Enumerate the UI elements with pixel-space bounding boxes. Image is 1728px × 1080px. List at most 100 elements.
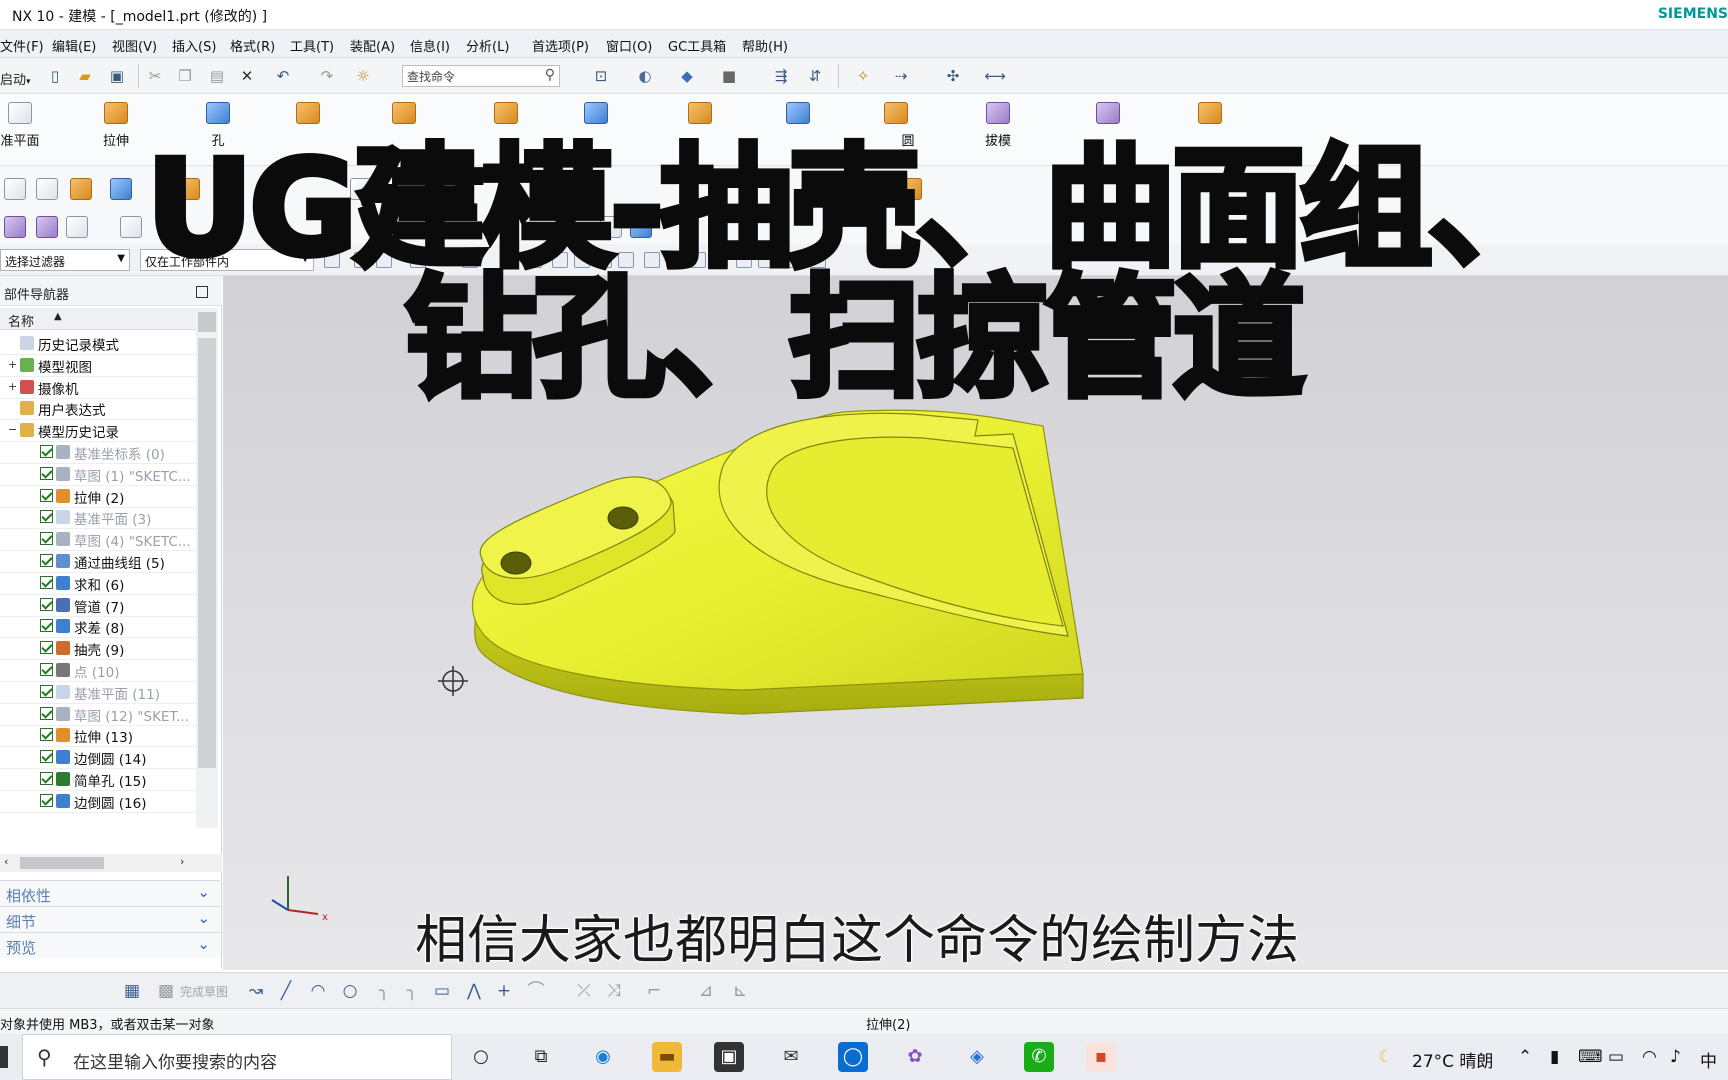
volume-icon[interactable]: ♪ [1670,1047,1681,1067]
save-icon[interactable]: ▣ [106,65,128,87]
constraint-icon[interactable]: ⊿ [696,981,716,1001]
visibility-checkbox[interactable] [40,575,53,589]
visibility-checkbox[interactable] [40,750,53,764]
visibility-checkbox[interactable] [40,793,53,807]
store-icon[interactable]: ▣ [714,1042,744,1072]
selection-intent-icon[interactable]: ⇢ [890,65,912,87]
paste-icon[interactable]: ▤ [206,65,228,87]
navigator-node[interactable]: 基准平面 (3) [0,505,196,530]
line-icon[interactable]: ╱ [276,981,296,1001]
visibility-checkbox[interactable] [40,597,53,611]
details-panel[interactable]: 细节 ⌄ [0,906,220,932]
finish-sketch-icon[interactable]: ▩ [156,981,176,1001]
visibility-checkbox[interactable] [40,619,53,633]
navigator-node[interactable]: 抽壳 (9) [0,636,196,661]
point-icon[interactable]: + [494,981,514,1001]
microphone-icon[interactable]: ▮ [1550,1047,1559,1067]
navigator-node[interactable]: + 模型视图 [0,353,196,377]
navigator-node[interactable]: 边倒圆 (16) [0,789,196,813]
surface-tool-icon[interactable] [36,178,58,200]
assembly-icon[interactable]: ⇵ [804,65,826,87]
menu-info[interactable]: 信息(I) [410,36,450,55]
cut-icon[interactable]: ✂ [144,65,166,87]
dependencies-panel[interactable]: 相依性 ⌄ [0,880,220,906]
navigator-vertical-scrollbar[interactable] [196,308,218,828]
menu-file[interactable]: 文件(F) [0,36,44,55]
visibility-checkbox[interactable] [40,663,53,676]
make-corner-icon[interactable]: ⌐ [644,981,664,1001]
wechat-icon[interactable]: ✆ [1024,1042,1054,1072]
curve-tool-icon[interactable] [66,216,88,238]
quick-extend-icon[interactable]: ⤨ [604,981,624,1001]
menu-analysis[interactable]: 分析(L) [466,36,509,55]
visibility-checkbox[interactable] [40,772,53,785]
navigator-node[interactable]: 草图 (1) "SKETC... [0,462,196,486]
navigator-node[interactable]: 管道 (7) [0,593,196,617]
extrude-button[interactable]: 拉伸 [84,98,148,160]
delete-icon[interactable]: ✕ [236,65,258,87]
navigator-node[interactable]: 草图 (4) "SKETC... [0,527,196,552]
wcs-icon[interactable]: ✣ [942,65,964,87]
weather-text[interactable]: 27°C 晴朗 [1412,1047,1493,1072]
finish-sketch-label[interactable]: 完成草图 [180,983,228,1000]
battery-icon[interactable]: ▭ [1608,1047,1624,1067]
copy-icon[interactable]: ❐ [174,65,196,87]
open-folder-icon[interactable]: ▰ [74,65,96,87]
navigator-node[interactable]: 边倒圆 (14) [0,745,196,770]
menu-gc-toolbox[interactable]: GC工具箱 [668,36,726,55]
selection-filter-dropdown[interactable]: 选择过滤器 ▼ [0,249,130,271]
circle-icon[interactable]: ○ [340,981,360,1001]
offset-curve-icon[interactable]: ⌒ [526,981,546,1001]
background-color-icon[interactable]: ■ [718,65,740,87]
wifi-icon[interactable]: ◠ [1642,1047,1657,1067]
command-search-input[interactable]: 查找命令 ⚲ [402,65,560,87]
quick-trim-icon[interactable]: ⤫ [574,981,594,1001]
surface-tool-icon[interactable] [4,178,26,200]
scroll-right-icon[interactable]: › [180,855,184,868]
menu-insert[interactable]: 插入(S) [172,36,216,55]
menu-window[interactable]: 窗口(O) [606,36,652,55]
chevron-up-icon[interactable]: ⌃ [1518,1047,1532,1067]
sketch-icon[interactable]: ▦ [122,981,142,1001]
navigator-node[interactable]: 求差 (8) [0,614,196,639]
navigator-node[interactable]: 通过曲线组 (5) [0,549,196,573]
menu-view[interactable]: 视图(V) [112,36,157,55]
preview-panel[interactable]: 预览 ⌄ [0,932,220,958]
curve-tool-icon[interactable] [36,216,58,238]
navigator-node[interactable]: 求和 (6) [0,571,196,595]
shaded-view-icon[interactable]: ◆ [676,65,698,87]
rectangle-icon[interactable]: ▭ [432,981,452,1001]
navigator-node[interactable]: 历史记录模式 [0,331,196,355]
navigator-column-header[interactable]: 名称 ▲ [0,308,196,330]
edge-browser-icon[interactable]: ◉ [588,1042,618,1072]
ime-indicator[interactable]: 中 [1700,1047,1717,1072]
navigator-node[interactable]: 用户表达式 [0,396,196,421]
visibility-checkbox[interactable] [40,510,53,524]
cortana-icon[interactable]: ○ [466,1042,496,1072]
part-navigator-icon[interactable]: ⇶ [770,65,792,87]
start-button[interactable] [0,1046,8,1068]
visibility-checkbox[interactable] [40,684,53,698]
arc-icon[interactable]: ◠ [308,981,328,1001]
powerpoint-icon[interactable]: ▪ [1086,1042,1116,1072]
profile-icon[interactable]: ↝ [246,981,266,1001]
dell-icon[interactable]: ◯ [838,1042,868,1072]
fillet-icon[interactable]: ╮ [374,981,394,1001]
surface-tool-icon[interactable] [70,178,92,200]
visibility-checkbox[interactable] [40,488,53,502]
visibility-checkbox[interactable] [40,532,53,546]
polygon-icon[interactable]: ⋀ [464,981,484,1001]
dimension-icon[interactable]: ⊾ [730,981,750,1001]
surface-tool-icon[interactable] [110,178,132,200]
navigator-node[interactable]: 点 (10) [0,658,196,682]
rendering-style-icon[interactable]: ◐ [634,65,656,87]
scroll-left-icon[interactable]: ‹ [4,855,8,868]
navigator-node[interactable]: 草图 (12) "SKET... [0,702,196,726]
chamfer-icon[interactable]: ╮ [402,981,422,1001]
task-view-icon[interactable]: ⧉ [526,1042,556,1072]
visibility-checkbox[interactable] [40,554,53,567]
curve-tool-icon[interactable] [4,216,26,238]
menu-format[interactable]: 格式(R) [230,36,275,55]
menu-tools[interactable]: 工具(T) [290,36,334,55]
navigator-node[interactable]: 拉伸 (2) [0,484,196,508]
